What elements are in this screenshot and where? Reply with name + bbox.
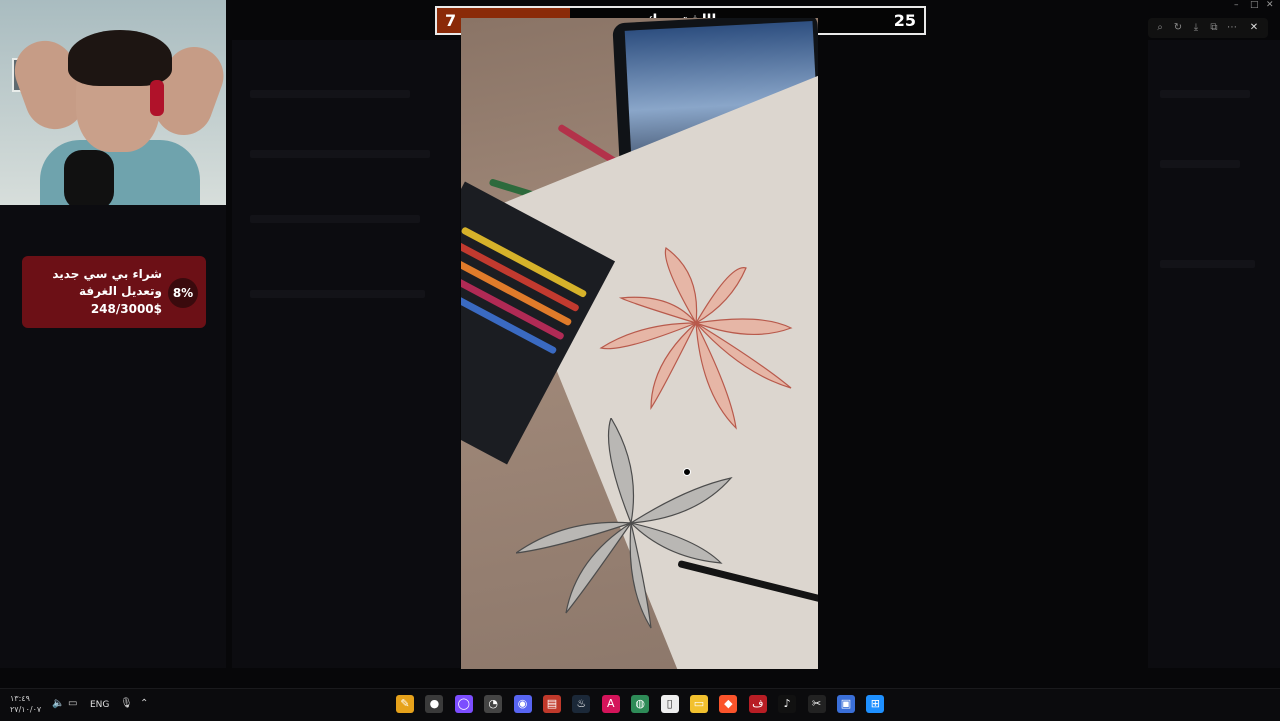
close-window-button[interactable]: ✕ xyxy=(1266,0,1274,14)
file-icon[interactable]: ▯ xyxy=(660,695,679,713)
pencil-app-icon[interactable]: ✎ xyxy=(396,695,414,713)
maximize-button[interactable]: □ xyxy=(1250,0,1259,14)
background-row xyxy=(1160,160,1240,168)
red-app-icon[interactable]: ف xyxy=(748,695,767,713)
background-member-list xyxy=(1148,40,1280,668)
folder-icon[interactable]: ▭ xyxy=(690,695,708,713)
clock-time: ١٣:٤٩ xyxy=(10,694,30,703)
taskbar: ١٣:٤٩ ٢٧/١٠/٠٧ 🔈 ▭ ENG 🎙 ⌃ ✎ ● ◯ ◔ ◉ ▤ ♨ A ◍ ▯ ▭ ◆ ف… xyxy=(0,688,1280,721)
adobe-icon[interactable]: A xyxy=(601,695,620,713)
microphone xyxy=(64,150,114,205)
obs-icon[interactable]: ● xyxy=(425,695,444,713)
background-row xyxy=(250,215,420,223)
image-viewer-toolbar: ⌕ ↻ ⤓ ⧉ ⋯ ✕ xyxy=(1148,18,1268,38)
discord-icon[interactable]: ◉ xyxy=(513,695,532,713)
clock[interactable]: ١٣:٤٩ ٢٧/١٠/٠٧ xyxy=(10,693,41,715)
donation-goal-widget: شراء بي سي جديد وتعديل الغرفة 248/3000$ … xyxy=(22,256,206,328)
minimize-button[interactable]: – xyxy=(1234,0,1239,14)
chrome-icon[interactable]: ◍ xyxy=(631,695,650,713)
clock-date: ٢٧/١٠/٠٧ xyxy=(10,705,42,714)
open-icon[interactable]: ⧉ xyxy=(1208,22,1220,34)
volume-icon[interactable]: 🔈 xyxy=(52,698,64,709)
score-right-value: 25 xyxy=(893,11,916,30)
background-message-list xyxy=(232,40,460,668)
language-indicator[interactable]: ENG xyxy=(90,700,109,710)
background-row xyxy=(250,150,430,158)
tiktok-icon[interactable]: ♪ xyxy=(778,695,797,713)
store-icon[interactable]: ▣ xyxy=(837,695,855,713)
windows-icon[interactable]: ⊞ xyxy=(866,695,885,713)
goal-amount: 248/3000$ xyxy=(90,302,162,316)
streamer-hair xyxy=(68,30,172,86)
grey-lily-sketch xyxy=(516,418,733,629)
more-icon[interactable]: ⋯ xyxy=(1226,22,1238,34)
background-row xyxy=(1160,90,1250,98)
speedtest-icon[interactable]: ◔ xyxy=(484,695,503,713)
steam-icon[interactable]: ♨ xyxy=(572,695,591,713)
capcut-icon[interactable]: ✂ xyxy=(807,695,826,713)
background-row xyxy=(250,90,410,98)
mouse-cursor xyxy=(683,468,691,476)
red-lily-sketch xyxy=(599,247,793,430)
rotate-icon[interactable]: ↻ xyxy=(1172,22,1184,34)
background-row xyxy=(250,290,425,298)
microphone-icon[interactable]: 🎙 xyxy=(120,698,133,709)
pencil xyxy=(461,226,588,299)
background-row xyxy=(1160,260,1255,268)
close-icon[interactable]: ✕ xyxy=(1248,22,1260,34)
brave-icon[interactable]: ◆ xyxy=(719,695,738,713)
stream-app-icon[interactable]: ▤ xyxy=(543,695,561,713)
goal-percent-badge: 8% xyxy=(168,278,198,308)
circle-app-icon[interactable]: ◯ xyxy=(454,695,473,713)
zoom-icon[interactable]: ⌕ xyxy=(1154,22,1166,34)
download-icon[interactable]: ⤓ xyxy=(1190,22,1202,34)
webcam-overlay xyxy=(0,0,226,205)
lily-drawing-photo[interactable] xyxy=(461,18,818,669)
display-icon[interactable]: ▭ xyxy=(68,698,77,709)
headset xyxy=(150,80,164,116)
goal-title: شراء بي سي جديد وتعديل الغرفة xyxy=(52,267,162,298)
chevron-up-icon[interactable]: ⌃ xyxy=(140,698,148,709)
